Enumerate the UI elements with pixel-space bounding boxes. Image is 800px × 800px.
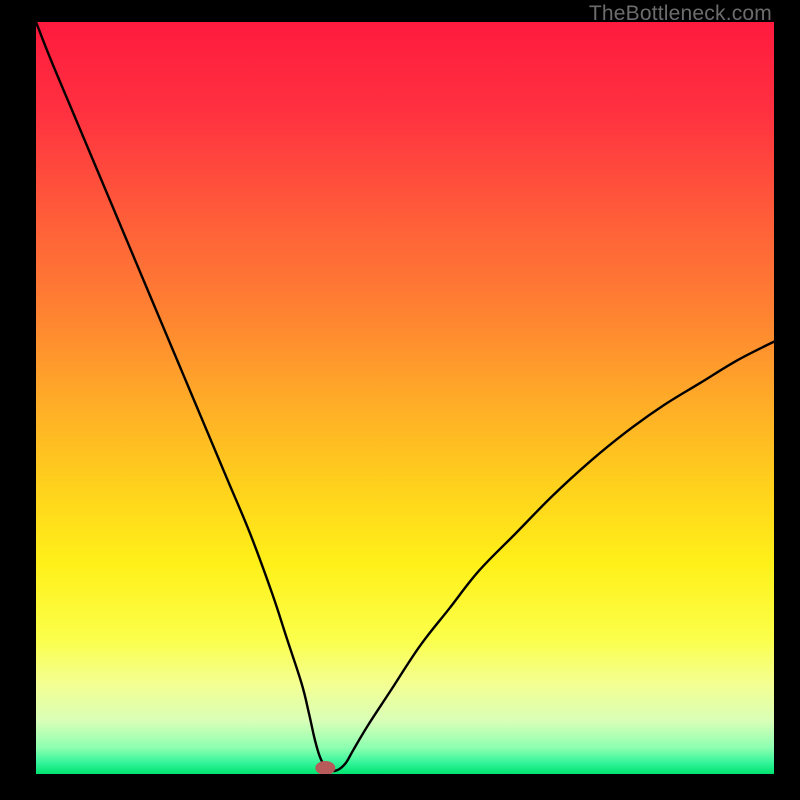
- plot-area: [36, 22, 774, 774]
- chart-frame: TheBottleneck.com: [0, 0, 800, 800]
- watermark-text: TheBottleneck.com: [589, 2, 772, 26]
- gradient-background: [36, 22, 774, 774]
- chart-svg: [36, 22, 774, 774]
